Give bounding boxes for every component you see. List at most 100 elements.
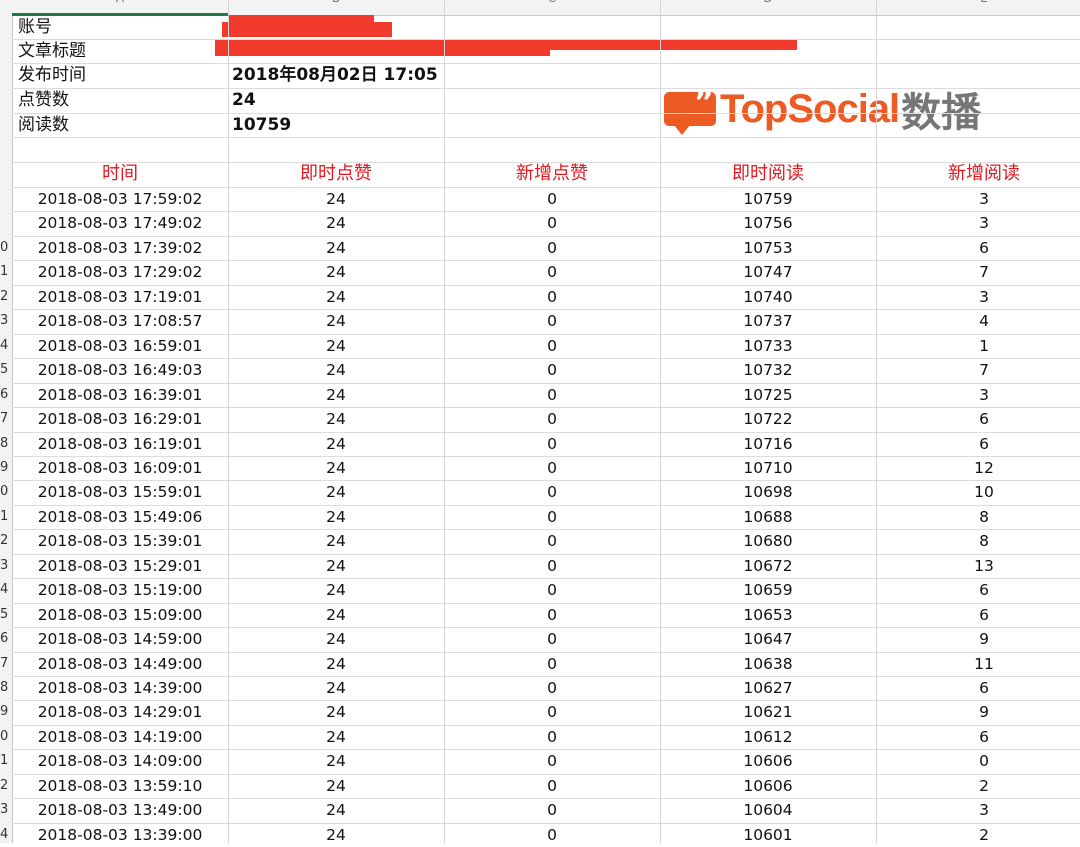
row-number[interactable]: 3 [0,798,12,822]
table-cell[interactable]: 24 [228,749,444,773]
row-number[interactable]: 8 [0,432,12,456]
table-cell[interactable]: 6 [876,236,1080,260]
table-cell[interactable]: 10638 [660,652,876,676]
table-cell[interactable]: 10621 [660,700,876,724]
table-cell[interactable]: 2018-08-03 17:49:02 [12,211,228,235]
table-cell[interactable]: 2018-08-03 16:29:01 [12,407,228,431]
table-cell[interactable]: 24 [228,774,444,798]
table-cell[interactable]: 2018-08-03 15:09:00 [12,603,228,627]
table-cell[interactable]: 10747 [660,260,876,284]
table-cell[interactable]: 24 [228,285,444,309]
table-cell[interactable]: 7 [876,358,1080,382]
table-cell[interactable]: 8 [876,529,1080,553]
table-cell[interactable]: 9 [876,627,1080,651]
row-number[interactable]: 4 [0,578,12,602]
column-letter[interactable]: E [977,0,991,5]
meta-value-publish-time[interactable]: 2018年08月02日 17:05 [232,63,438,87]
table-cell[interactable]: 0 [444,652,660,676]
table-cell[interactable]: 0 [444,456,660,480]
table-cell[interactable]: 24 [228,529,444,553]
table-cell[interactable]: 3 [876,187,1080,211]
table-cell[interactable]: 0 [444,554,660,578]
table-cell[interactable]: 0 [444,309,660,333]
table-cell[interactable]: 0 [876,749,1080,773]
row-number[interactable]: 1 [0,260,12,284]
table-cell[interactable]: 24 [228,798,444,822]
table-cell[interactable]: 6 [876,407,1080,431]
table-cell[interactable]: 10604 [660,798,876,822]
table-cell[interactable]: 2018-08-03 13:39:00 [12,823,228,847]
table-cell[interactable]: 11 [876,652,1080,676]
table-cell[interactable]: 0 [444,676,660,700]
table-cell[interactable]: 2018-08-03 16:49:03 [12,358,228,382]
row-number[interactable]: 3 [0,554,12,578]
meta-label-account[interactable]: 账号 [18,15,52,39]
table-cell[interactable]: 10606 [660,774,876,798]
table-cell[interactable]: 0 [444,627,660,651]
table-cell[interactable]: 24 [228,700,444,724]
table-cell[interactable]: 10653 [660,603,876,627]
table-cell[interactable]: 6 [876,603,1080,627]
table-cell[interactable]: 24 [228,383,444,407]
table-cell[interactable]: 24 [228,211,444,235]
table-cell[interactable]: 3 [876,798,1080,822]
row-number[interactable]: 4 [0,823,12,847]
table-cell[interactable]: 24 [228,554,444,578]
meta-label-likes[interactable]: 点赞数 [18,88,69,112]
table-cell[interactable]: 10759 [660,187,876,211]
row-number[interactable]: 2 [0,529,12,553]
table-cell[interactable]: 2018-08-03 14:09:00 [12,749,228,773]
table-cell[interactable]: 24 [228,578,444,602]
table-cell[interactable]: 2018-08-03 15:39:01 [12,529,228,553]
table-cell[interactable]: 2 [876,774,1080,798]
table-cell[interactable]: 24 [228,236,444,260]
table-cell[interactable]: 0 [444,480,660,504]
table-cell[interactable]: 10627 [660,676,876,700]
table-cell[interactable]: 0 [444,358,660,382]
column-letter[interactable]: D [761,0,775,5]
table-cell[interactable]: 4 [876,309,1080,333]
table-cell[interactable]: 7 [876,260,1080,284]
table-cell[interactable]: 3 [876,285,1080,309]
table-cell[interactable]: 24 [228,725,444,749]
table-cell[interactable]: 10698 [660,480,876,504]
table-cell[interactable]: 24 [228,260,444,284]
table-cell[interactable]: 6 [876,725,1080,749]
row-number[interactable]: 5 [0,603,12,627]
table-cell[interactable]: 24 [228,676,444,700]
table-cell[interactable]: 24 [228,480,444,504]
table-cell[interactable]: 10725 [660,383,876,407]
row-number[interactable]: 7 [0,652,12,676]
table-cell[interactable]: 12 [876,456,1080,480]
column-letter[interactable]: A [113,0,127,5]
table-cell[interactable]: 2018-08-03 16:59:01 [12,334,228,358]
table-cell[interactable]: 24 [228,407,444,431]
meta-label-reads[interactable]: 阅读数 [18,113,69,137]
row-number[interactable]: 9 [0,456,12,480]
table-cell[interactable]: 2018-08-03 16:39:01 [12,383,228,407]
table-cell[interactable]: 2018-08-03 15:49:06 [12,505,228,529]
table-cell[interactable]: 8 [876,505,1080,529]
table-cell[interactable]: 2018-08-03 16:09:01 [12,456,228,480]
table-cell[interactable]: 10 [876,480,1080,504]
table-cell[interactable]: 1 [876,334,1080,358]
table-cell[interactable]: 0 [444,529,660,553]
row-number[interactable]: 5 [0,358,12,382]
header-time[interactable]: 时间 [12,162,228,186]
row-number[interactable]: 6 [0,627,12,651]
table-cell[interactable]: 10688 [660,505,876,529]
table-cell[interactable]: 24 [228,652,444,676]
table-cell[interactable]: 0 [444,700,660,724]
table-cell[interactable]: 10740 [660,285,876,309]
table-cell[interactable]: 2018-08-03 14:29:01 [12,700,228,724]
table-cell[interactable]: 6 [876,432,1080,456]
table-cell[interactable]: 9 [876,700,1080,724]
table-cell[interactable]: 2018-08-03 13:59:10 [12,774,228,798]
table-cell[interactable]: 10672 [660,554,876,578]
table-cell[interactable]: 10716 [660,432,876,456]
table-cell[interactable]: 0 [444,432,660,456]
table-cell[interactable]: 2018-08-03 17:59:02 [12,187,228,211]
table-cell[interactable]: 0 [444,187,660,211]
row-number[interactable]: 3 [0,309,12,333]
table-cell[interactable]: 10732 [660,358,876,382]
